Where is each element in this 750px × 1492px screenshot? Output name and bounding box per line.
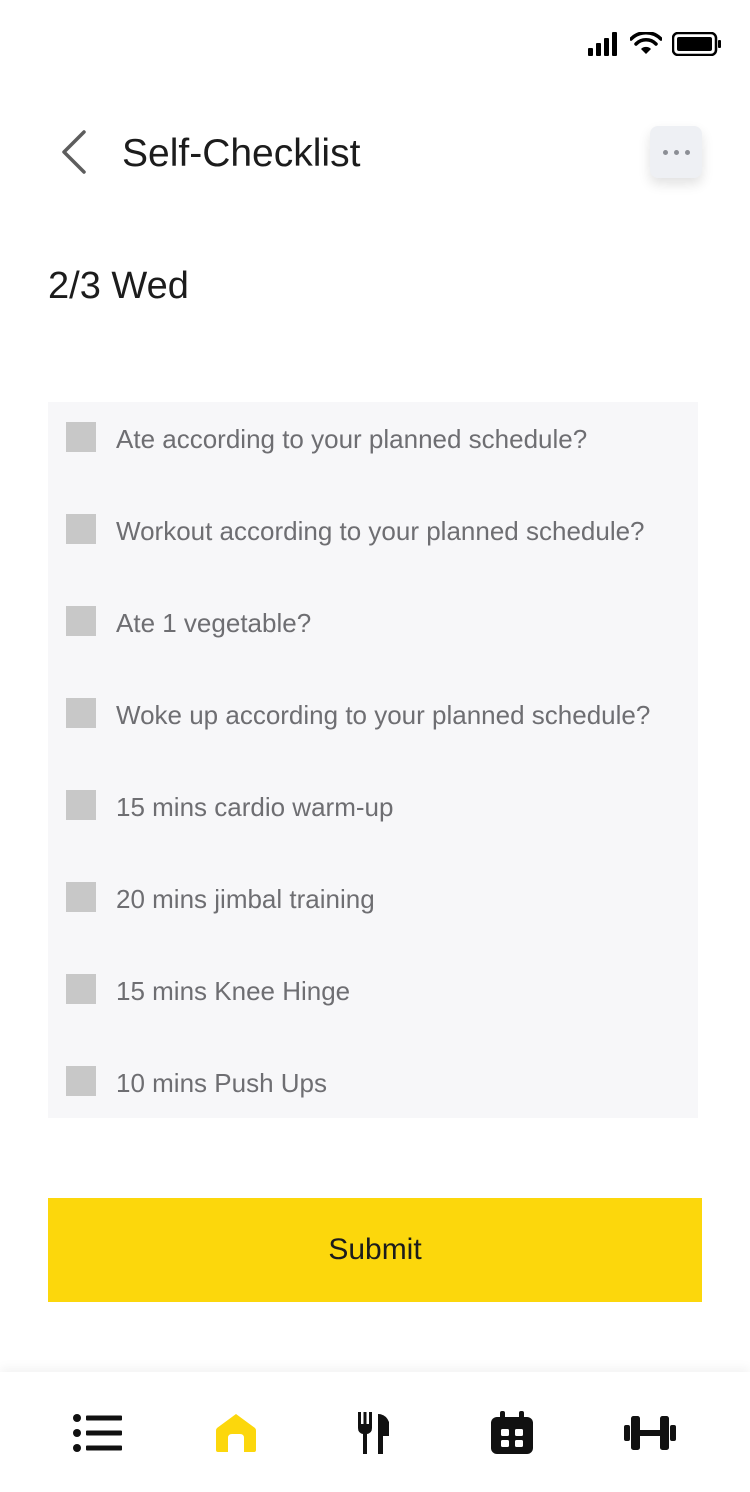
tab-checklist[interactable] [70, 1408, 126, 1458]
checklist-item[interactable]: Ate 1 vegetable? [48, 606, 698, 666]
home-icon [216, 1414, 256, 1452]
back-button[interactable] [52, 128, 96, 180]
tab-calendar[interactable] [484, 1408, 540, 1458]
wifi-icon [630, 32, 662, 54]
checkbox[interactable] [66, 1066, 96, 1096]
tab-home[interactable] [208, 1408, 264, 1458]
checkbox[interactable] [66, 698, 96, 728]
tab-bar [0, 1372, 750, 1492]
fork-knife-icon [358, 1412, 389, 1454]
status-bar [0, 0, 750, 90]
more-options-button[interactable] [650, 126, 702, 178]
checklist-item-label: Woke up according to your planned schedu… [116, 700, 651, 730]
checklist: Ate according to your planned schedule? … [48, 402, 698, 1118]
checkbox[interactable] [66, 606, 96, 636]
list-icon [73, 1414, 122, 1452]
checklist-item[interactable]: 15 mins Knee Hinge [48, 974, 698, 1034]
dumbbell-icon [624, 1416, 676, 1450]
checklist-item-label: 15 mins cardio warm-up [116, 792, 394, 822]
checklist-item-label: 10 mins Push Ups [116, 1068, 327, 1098]
status-icons [588, 32, 722, 56]
checklist-item[interactable]: Workout according to your planned schedu… [48, 514, 698, 574]
checklist-item-label: Ate according to your planned schedule? [116, 424, 588, 454]
checklist-item-label: 15 mins Knee Hinge [116, 976, 351, 1006]
checkbox[interactable] [66, 882, 96, 912]
checklist-item[interactable]: Ate according to your planned schedule? [48, 422, 698, 482]
calendar-icon [491, 1411, 533, 1454]
tab-workout[interactable] [622, 1408, 678, 1458]
chevron-left-icon [62, 130, 86, 174]
signal-icon [588, 32, 617, 56]
date-label: 2/3 Wed [48, 265, 189, 307]
checklist-item-label: Ate 1 vegetable? [116, 608, 312, 638]
header: Self-Checklist [0, 110, 750, 200]
checklist-item[interactable]: 15 mins cardio warm-up [48, 790, 698, 850]
submit-button[interactable]: Submit [48, 1198, 702, 1302]
more-dot [673, 149, 679, 155]
battery-icon [672, 32, 721, 56]
checkbox[interactable] [66, 974, 96, 1004]
checklist-item-label: 20 mins jimbal training [116, 884, 375, 914]
checkbox[interactable] [66, 514, 96, 544]
checkbox[interactable] [66, 422, 96, 452]
checklist-item[interactable]: 10 mins Push Ups [48, 1066, 698, 1126]
tab-meals[interactable] [346, 1408, 402, 1458]
more-horizontal-icon [662, 149, 668, 155]
checklist-item[interactable]: Woke up according to your planned schedu… [48, 698, 698, 758]
checklist-item-label: Workout according to your planned schedu… [116, 516, 645, 546]
checklist-item[interactable]: 20 mins jimbal training [48, 882, 698, 942]
page-title: Self-Checklist [122, 132, 361, 175]
more-dot [684, 149, 690, 155]
checkbox[interactable] [66, 790, 96, 820]
